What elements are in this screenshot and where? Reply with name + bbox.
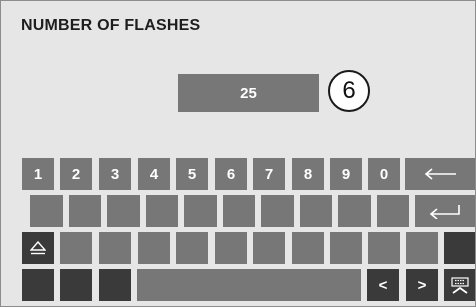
backspace-arrow-icon (424, 168, 456, 180)
key-blank[interactable] (300, 195, 332, 227)
key-0[interactable]: 0 (368, 158, 400, 190)
key-4[interactable]: 4 (138, 158, 170, 190)
key-blank[interactable] (253, 232, 285, 264)
key-blank[interactable] (292, 232, 324, 264)
page-title: NUMBER OF FLASHES (21, 17, 201, 34)
key-7[interactable]: 7 (253, 158, 285, 190)
enter-key[interactable] (415, 195, 475, 227)
enter-return-icon (429, 205, 460, 219)
key-5[interactable]: 5 (176, 158, 208, 190)
key-blank[interactable] (138, 232, 170, 264)
key-blank[interactable] (377, 195, 409, 227)
key-blank[interactable] (261, 195, 294, 227)
key-blank[interactable] (60, 232, 92, 264)
key-blank-dark[interactable] (60, 269, 92, 301)
key-blank-dark[interactable] (99, 269, 131, 301)
cursor-left-key[interactable]: < (367, 269, 399, 301)
key-blank-dark[interactable] (444, 232, 475, 264)
key-blank[interactable] (368, 232, 400, 264)
cursor-right-key[interactable]: > (406, 269, 438, 301)
key-blank-dark[interactable] (22, 269, 54, 301)
key-blank[interactable] (146, 195, 178, 227)
backspace-key[interactable] (405, 158, 475, 190)
key-1[interactable]: 1 (22, 158, 54, 190)
key-blank[interactable] (69, 195, 101, 227)
keyboard-toggle-key[interactable] (444, 269, 475, 301)
key-blank[interactable] (30, 195, 63, 227)
value-display[interactable]: 25 (178, 74, 319, 112)
key-blank[interactable] (330, 232, 362, 264)
key-blank[interactable] (406, 232, 438, 264)
key-9[interactable]: 9 (330, 158, 362, 190)
key-blank[interactable] (107, 195, 140, 227)
key-3[interactable]: 3 (99, 158, 131, 190)
eject-shift-icon (30, 241, 46, 255)
key-blank[interactable] (184, 195, 217, 227)
key-blank[interactable] (338, 195, 371, 227)
key-blank[interactable] (223, 195, 255, 227)
callout-marker: 6 (328, 70, 370, 112)
key-blank[interactable] (176, 232, 208, 264)
space-key[interactable] (137, 269, 361, 301)
key-blank[interactable] (215, 232, 247, 264)
dialog-frame: NUMBER OF FLASHES 25 6 1 2 3 4 5 6 7 8 9… (0, 0, 476, 307)
key-2[interactable]: 2 (60, 158, 92, 190)
key-8[interactable]: 8 (292, 158, 324, 190)
keyboard-icon (450, 277, 469, 294)
key-blank[interactable] (99, 232, 131, 264)
key-6[interactable]: 6 (215, 158, 247, 190)
shift-key[interactable] (22, 232, 54, 264)
